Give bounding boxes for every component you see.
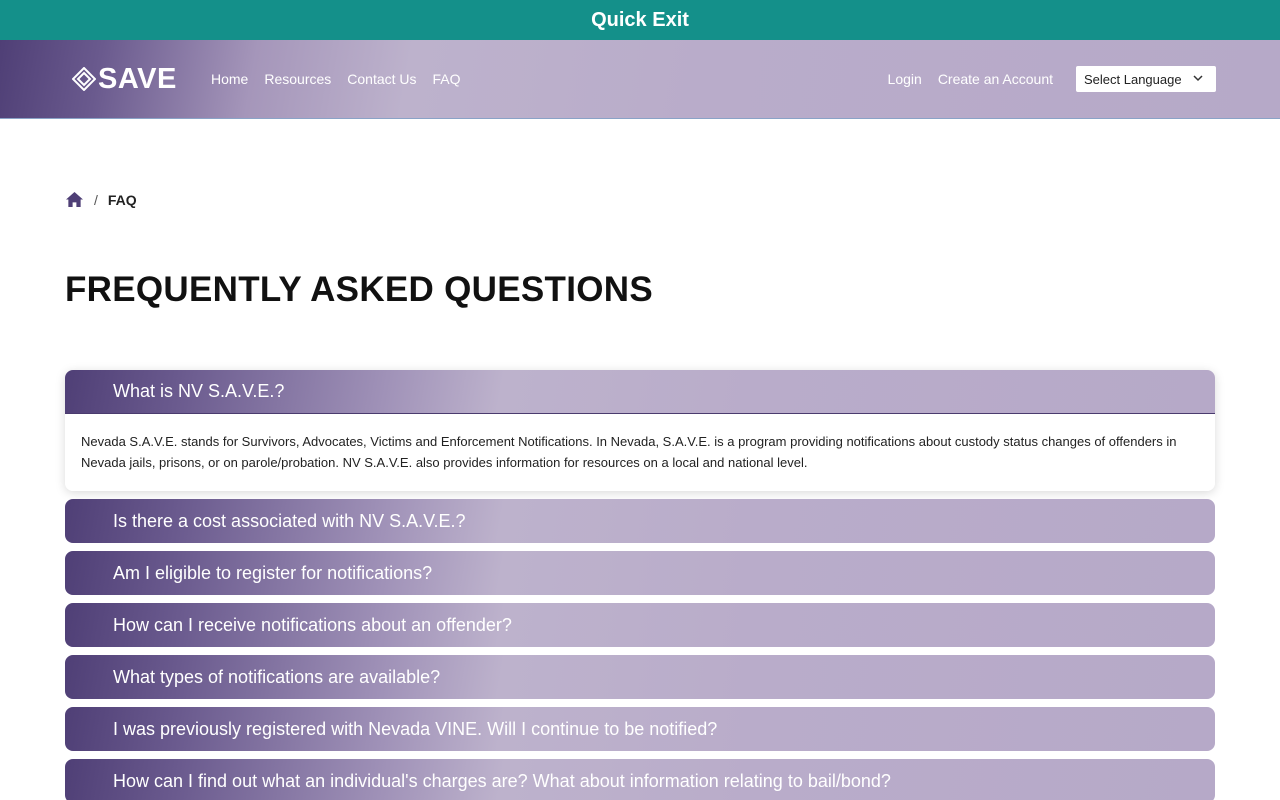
navbar: SAVE Home Resources Contact Us FAQ Login… bbox=[0, 40, 1280, 119]
faq-item: Am I eligible to register for notificati… bbox=[65, 551, 1215, 595]
chevron-down-icon bbox=[1193, 75, 1203, 82]
faq-item: How can I receive notifications about an… bbox=[65, 603, 1215, 647]
login-link[interactable]: Login bbox=[888, 69, 922, 89]
create-account-link[interactable]: Create an Account bbox=[938, 69, 1053, 89]
nav-contact-link[interactable]: Contact Us bbox=[347, 69, 416, 89]
quick-exit-button[interactable]: Quick Exit bbox=[0, 0, 1280, 40]
breadcrumb-current: FAQ bbox=[107, 191, 137, 208]
nav-resources-link[interactable]: Resources bbox=[264, 69, 331, 89]
faq-item: How can I find out what an individual's … bbox=[65, 759, 1215, 800]
faq-item: Is there a cost associated with NV S.A.V… bbox=[65, 499, 1215, 543]
faq-question-toggle[interactable]: Is there a cost associated with NV S.A.V… bbox=[65, 499, 1215, 543]
faq-question-toggle[interactable]: I was previously registered with Nevada … bbox=[65, 707, 1215, 751]
faq-item: I was previously registered with Nevada … bbox=[65, 707, 1215, 751]
faq-answer: Nevada S.A.V.E. stands for Survivors, Ad… bbox=[65, 414, 1215, 491]
faq-question-toggle[interactable]: How can I receive notifications about an… bbox=[65, 603, 1215, 647]
breadcrumb: / FAQ bbox=[65, 191, 137, 208]
diamond-logo-icon bbox=[72, 67, 96, 91]
faq-question-toggle[interactable]: What is NV S.A.V.E.? bbox=[65, 370, 1215, 414]
language-select[interactable]: Select Language bbox=[1076, 66, 1216, 92]
page-title: FREQUENTLY ASKED QUESTIONS bbox=[65, 270, 653, 309]
nav-home-link[interactable]: Home bbox=[211, 69, 248, 89]
main-nav: Home Resources Contact Us FAQ bbox=[211, 69, 461, 89]
faq-question-toggle[interactable]: Am I eligible to register for notificati… bbox=[65, 551, 1215, 595]
brand-name: SAVE bbox=[98, 62, 177, 95]
brand-logo[interactable]: SAVE bbox=[72, 63, 177, 95]
breadcrumb-separator: / bbox=[94, 191, 98, 208]
faq-question-toggle[interactable]: What types of notifications are availabl… bbox=[65, 655, 1215, 699]
home-icon[interactable] bbox=[65, 191, 84, 208]
faq-item: What types of notifications are availabl… bbox=[65, 655, 1215, 699]
language-select-label: Select Language bbox=[1084, 71, 1182, 87]
faq-question-toggle[interactable]: How can I find out what an individual's … bbox=[65, 759, 1215, 800]
account-nav: Login Create an Account bbox=[888, 69, 1053, 89]
faq-list: What is NV S.A.V.E.? Nevada S.A.V.E. sta… bbox=[65, 370, 1215, 800]
nav-faq-link[interactable]: FAQ bbox=[433, 69, 461, 89]
faq-item: What is NV S.A.V.E.? Nevada S.A.V.E. sta… bbox=[65, 370, 1215, 491]
